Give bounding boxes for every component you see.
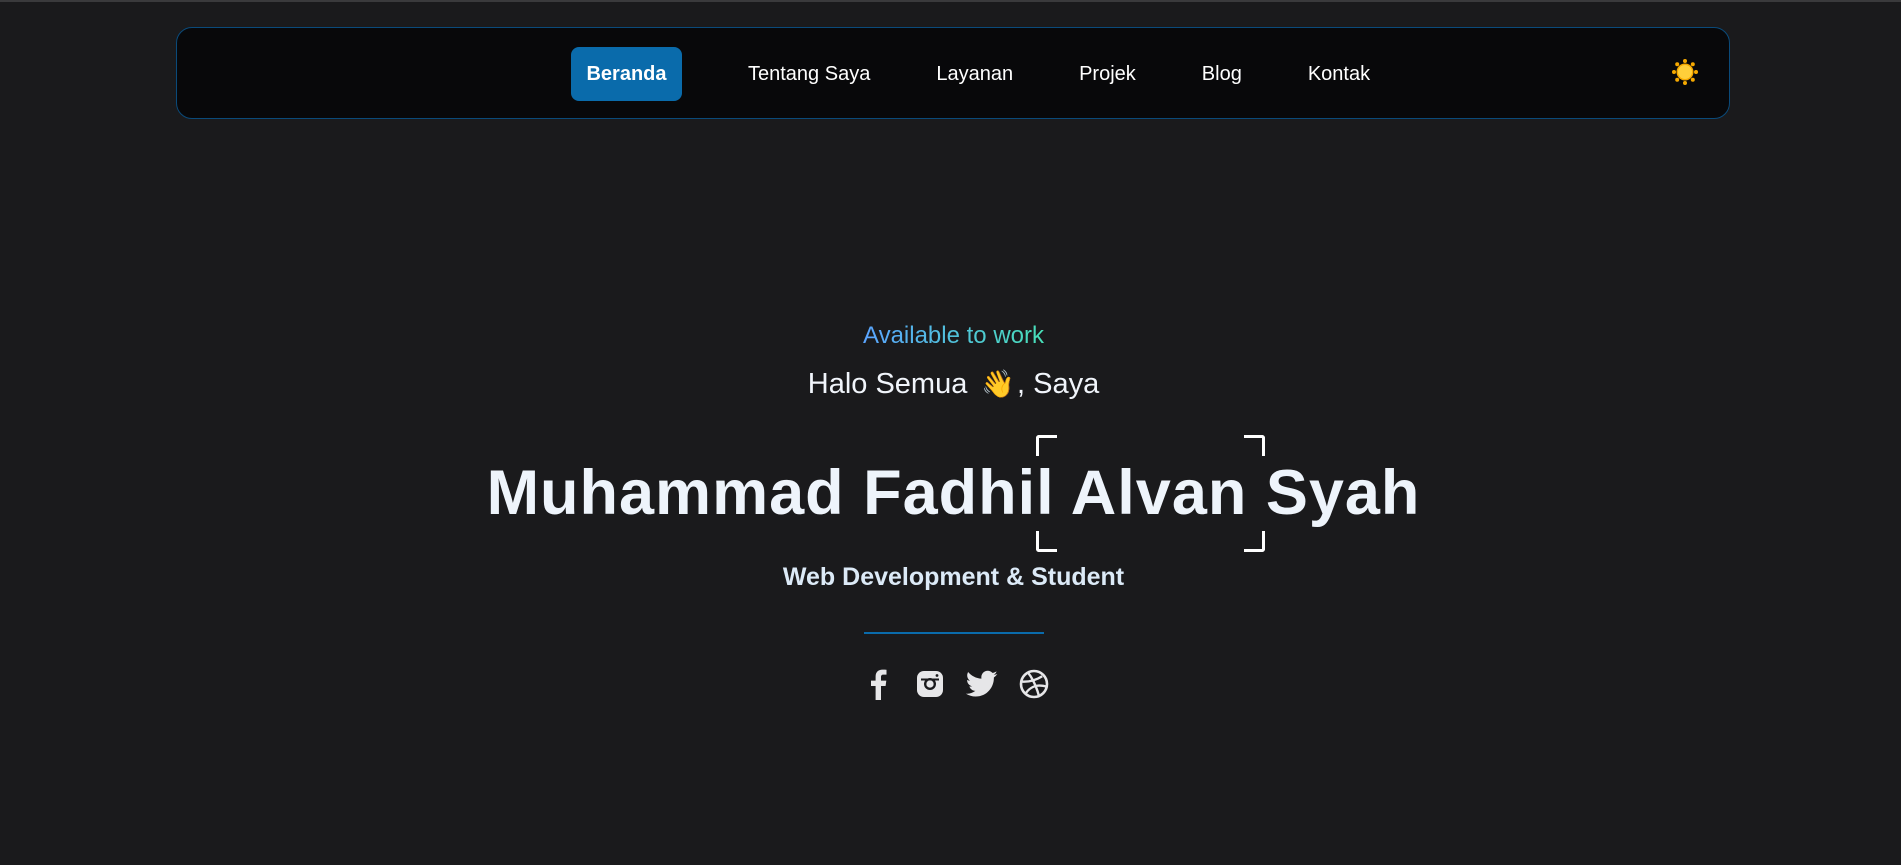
dribbble-icon (1019, 669, 1049, 699)
nav-item-layanan[interactable]: Layanan (936, 47, 1013, 101)
focus-bracket-top-left (1036, 435, 1057, 456)
social-links (862, 668, 1050, 700)
focus-bracket-bottom-left (1036, 531, 1057, 552)
nav-item-beranda[interactable]: Beranda (571, 47, 682, 101)
facebook-icon (867, 668, 889, 700)
greeting-suffix: , Saya (1017, 368, 1100, 400)
availability-status: Available to work (0, 322, 1901, 350)
nav-item-tentang-saya[interactable]: Tentang Saya (748, 47, 870, 101)
focus-bracket-top-right (1244, 435, 1265, 456)
nav-links: Beranda Tentang Saya Layanan Projek Blog… (571, 47, 1370, 101)
twitter-icon (966, 670, 998, 698)
focus-bracket-bottom-right (1244, 531, 1265, 552)
waving-hand-icon: 👋 (981, 369, 1016, 399)
facebook-link[interactable] (862, 668, 894, 700)
nav-item-projek[interactable]: Projek (1079, 47, 1136, 101)
nav-item-kontak[interactable]: Kontak (1308, 47, 1370, 101)
twitter-link[interactable] (966, 668, 998, 700)
sun-icon (1671, 58, 1699, 91)
instagram-link[interactable] (914, 668, 946, 700)
nav-item-blog[interactable]: Blog (1202, 47, 1242, 101)
window-top-edge (0, 0, 1901, 2)
theme-toggle-button[interactable] (1671, 58, 1699, 91)
hero-divider (864, 632, 1044, 634)
availability-text: Available to work (863, 322, 1044, 349)
greeting: Halo Semua 👋, Saya (0, 368, 1901, 401)
dribbble-link[interactable] (1018, 668, 1050, 700)
hero-name-heading: Muhammad Fadhil Alvan Syah (486, 458, 1421, 528)
instagram-icon (916, 670, 944, 698)
navbar: Beranda Tentang Saya Layanan Projek Blog… (176, 27, 1730, 119)
hero-role: Web Development & Student (782, 563, 1125, 591)
greeting-prefix: Halo Semua (807, 368, 968, 400)
